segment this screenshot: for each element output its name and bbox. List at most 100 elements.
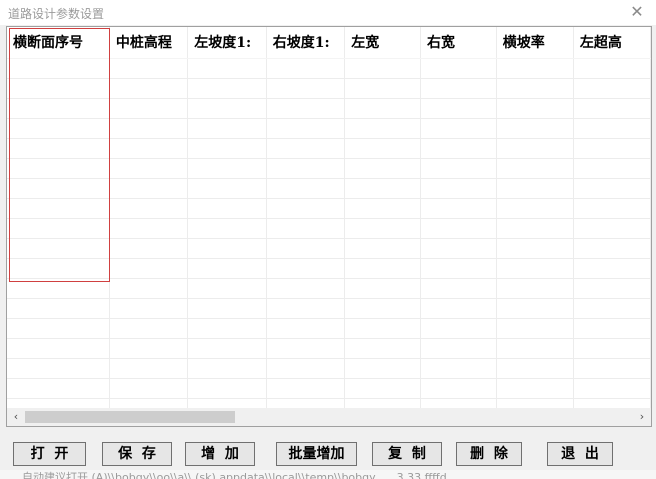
column-header-section-no[interactable]: 横断面序号 bbox=[7, 27, 110, 59]
grid-cell[interactable] bbox=[420, 258, 497, 279]
grid-cell[interactable] bbox=[7, 338, 110, 359]
column-header-center-elevation[interactable]: 中桩高程 bbox=[109, 27, 189, 59]
exit-button[interactable]: 退 出 bbox=[547, 442, 613, 466]
grid-cell[interactable] bbox=[7, 278, 110, 299]
grid-cell[interactable] bbox=[7, 178, 110, 199]
grid-cell[interactable] bbox=[7, 158, 110, 179]
grid-cell[interactable] bbox=[496, 158, 574, 179]
grid-cell[interactable] bbox=[573, 378, 651, 399]
grid-cell[interactable] bbox=[187, 378, 267, 399]
grid-cell[interactable] bbox=[109, 218, 189, 239]
grid-cell[interactable] bbox=[187, 218, 267, 239]
grid-cell[interactable] bbox=[266, 138, 346, 159]
grid-cell[interactable] bbox=[109, 258, 189, 279]
save-button[interactable]: 保 存 bbox=[102, 442, 172, 466]
grid-cell[interactable] bbox=[187, 78, 267, 99]
grid-cell[interactable] bbox=[573, 198, 651, 219]
grid-cell[interactable] bbox=[266, 178, 346, 199]
grid-cell[interactable] bbox=[344, 118, 421, 139]
grid-cell[interactable] bbox=[187, 158, 267, 179]
column-header-left-width[interactable]: 左宽 bbox=[344, 27, 421, 59]
grid-cell[interactable] bbox=[344, 58, 421, 79]
grid-cell[interactable] bbox=[7, 78, 110, 99]
grid-cell[interactable] bbox=[496, 98, 574, 119]
grid-cell[interactable] bbox=[109, 338, 189, 359]
grid-cell[interactable] bbox=[187, 58, 267, 79]
grid-cell[interactable] bbox=[187, 278, 267, 299]
copy-button[interactable]: 复 制 bbox=[372, 442, 442, 466]
grid-cell[interactable] bbox=[187, 138, 267, 159]
title-bar[interactable]: 道路设计参数设置 ✕ bbox=[0, 0, 656, 25]
grid-cell[interactable] bbox=[573, 98, 651, 119]
batch-add-button[interactable]: 批量增加 bbox=[276, 442, 357, 466]
grid-cell[interactable] bbox=[573, 258, 651, 279]
grid-cell[interactable] bbox=[187, 178, 267, 199]
grid-cell[interactable] bbox=[7, 58, 110, 79]
grid-cell[interactable] bbox=[266, 198, 346, 219]
grid-cell[interactable] bbox=[420, 98, 497, 119]
grid-cell[interactable] bbox=[573, 58, 651, 79]
grid-cell[interactable] bbox=[187, 358, 267, 379]
grid-cell[interactable] bbox=[109, 158, 189, 179]
grid-cell[interactable] bbox=[266, 338, 346, 359]
grid-cell[interactable] bbox=[420, 238, 497, 259]
grid-cell[interactable] bbox=[344, 338, 421, 359]
grid-cell[interactable] bbox=[7, 258, 110, 279]
column-header-right-width[interactable]: 右宽 bbox=[420, 27, 497, 59]
grid-cell[interactable] bbox=[420, 318, 497, 339]
grid-cell[interactable] bbox=[266, 218, 346, 239]
grid-cell[interactable] bbox=[573, 238, 651, 259]
grid-cell[interactable] bbox=[573, 298, 651, 319]
grid-cell[interactable] bbox=[496, 338, 574, 359]
column-header-cross-slope[interactable]: 横坡率 bbox=[496, 27, 574, 59]
grid-cell[interactable] bbox=[7, 378, 110, 399]
grid-cell[interactable] bbox=[266, 118, 346, 139]
grid-cell[interactable] bbox=[7, 138, 110, 159]
grid-cell[interactable] bbox=[109, 378, 189, 399]
grid-cell[interactable] bbox=[266, 278, 346, 299]
grid-cell[interactable] bbox=[187, 318, 267, 339]
grid-cell[interactable] bbox=[266, 258, 346, 279]
grid-cell[interactable] bbox=[7, 218, 110, 239]
grid-cell[interactable] bbox=[266, 358, 346, 379]
grid-cell[interactable] bbox=[109, 78, 189, 99]
grid-cell[interactable] bbox=[187, 98, 267, 119]
grid-cell[interactable] bbox=[420, 298, 497, 319]
grid-cell[interactable] bbox=[344, 138, 421, 159]
grid-cell[interactable] bbox=[420, 158, 497, 179]
grid-cell[interactable] bbox=[420, 78, 497, 99]
grid-cell[interactable] bbox=[109, 98, 189, 119]
grid-cell[interactable] bbox=[420, 218, 497, 239]
grid-cell[interactable] bbox=[496, 78, 574, 99]
grid-cell[interactable] bbox=[344, 278, 421, 299]
grid-cell[interactable] bbox=[496, 278, 574, 299]
grid-cell[interactable] bbox=[573, 138, 651, 159]
horizontal-scrollbar[interactable]: ‹ › bbox=[7, 408, 651, 426]
grid-cell[interactable] bbox=[187, 298, 267, 319]
grid-cell[interactable] bbox=[420, 278, 497, 299]
scroll-thumb[interactable] bbox=[25, 411, 235, 423]
grid-cell[interactable] bbox=[344, 358, 421, 379]
grid-cell[interactable] bbox=[573, 158, 651, 179]
grid-cell[interactable] bbox=[7, 238, 110, 259]
grid-cell[interactable] bbox=[420, 58, 497, 79]
grid-cell[interactable] bbox=[496, 58, 574, 79]
grid-cell[interactable] bbox=[266, 98, 346, 119]
grid-cell[interactable] bbox=[420, 378, 497, 399]
grid-cell[interactable] bbox=[573, 178, 651, 199]
grid-cell[interactable] bbox=[573, 218, 651, 239]
add-button[interactable]: 增 加 bbox=[185, 442, 255, 466]
parameter-grid[interactable]: 横断面序号 中桩高程 左坡度1: 右坡度1: 左宽 右宽 横坡率 左超高 ‹ › bbox=[6, 26, 652, 427]
grid-cell[interactable] bbox=[187, 238, 267, 259]
grid-cell[interactable] bbox=[496, 378, 574, 399]
grid-cell[interactable] bbox=[496, 178, 574, 199]
open-button[interactable]: 打 开 bbox=[13, 442, 86, 466]
grid-cell[interactable] bbox=[7, 98, 110, 119]
grid-cell[interactable] bbox=[7, 118, 110, 139]
grid-cell[interactable] bbox=[266, 78, 346, 99]
grid-cell[interactable] bbox=[109, 318, 189, 339]
grid-cell[interactable] bbox=[266, 318, 346, 339]
grid-cell[interactable] bbox=[420, 138, 497, 159]
grid-cell[interactable] bbox=[344, 378, 421, 399]
grid-cell[interactable] bbox=[420, 358, 497, 379]
